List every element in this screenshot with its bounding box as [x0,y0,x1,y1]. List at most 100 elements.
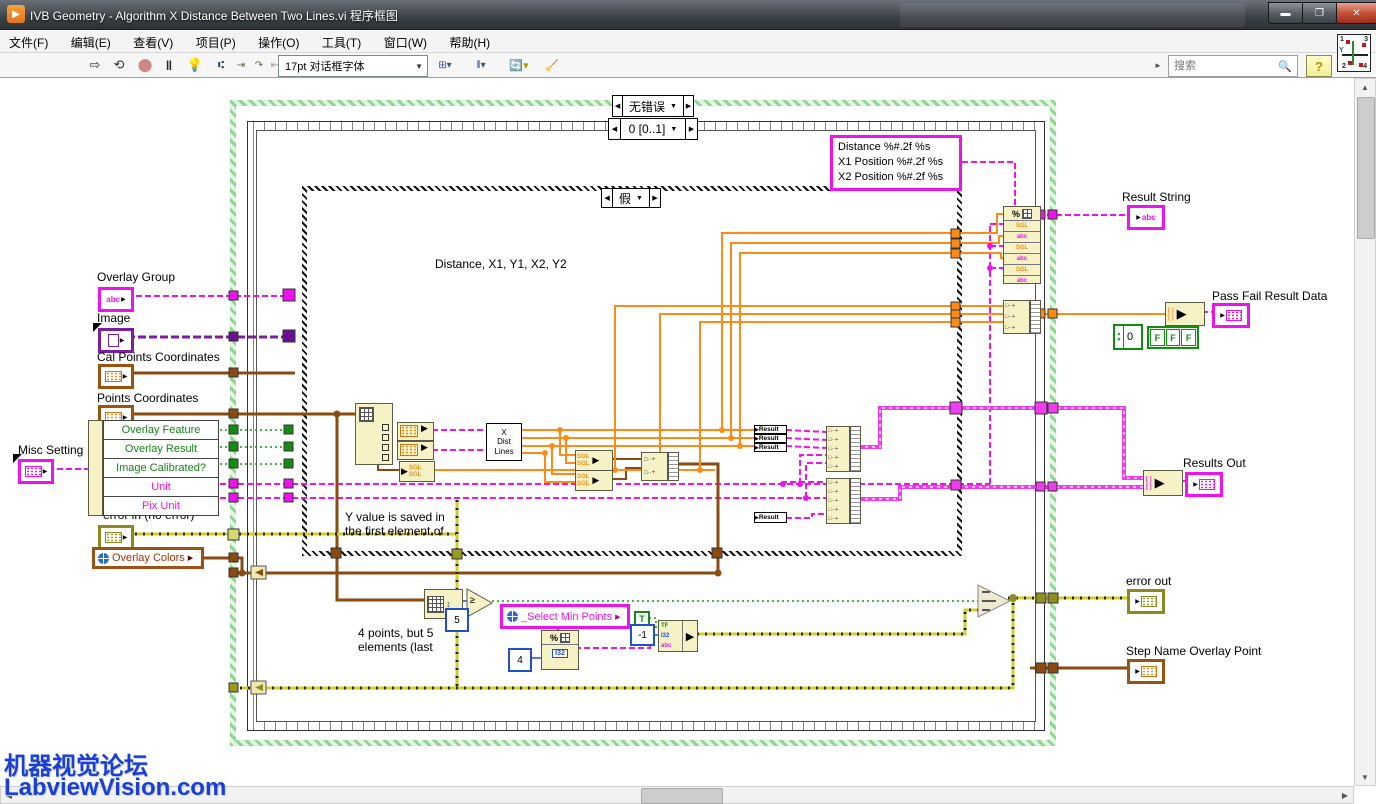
highlight-execution-icon[interactable]: 💡 [184,55,206,75]
result-node-2[interactable]: ▶Result [754,434,787,443]
unbundle-item-overlay-result[interactable]: Overlay Result [104,440,218,459]
numeric-constant-4[interactable]: 4 [508,648,532,672]
tunnel-sgl2[interactable] [951,239,960,248]
tunnel-error-in[interactable] [228,529,239,540]
menu-view[interactable]: 查看(V) [124,30,182,55]
tunnel-result-string-case[interactable] [1048,210,1057,219]
tunnel-step-name-case[interactable] [1048,663,1058,673]
tunnel-overlay-group[interactable] [229,291,238,300]
abort-icon[interactable]: ⬤ [134,55,156,75]
reorder-icon[interactable]: 🔄▾ [502,55,536,75]
menu-tools[interactable]: 工具(T) [313,30,370,55]
result-node-3[interactable]: ▶Result [754,443,787,452]
close-button[interactable]: ✕ [1336,2,1376,24]
wire-results-array1[interactable] [858,408,1143,478]
unbundle-item-pix-unit[interactable]: Pix Unit [104,497,218,515]
control-cal-points-coordinates[interactable]: ▶ [98,364,134,389]
frame-prev-arrow-icon[interactable]: ◀ [609,119,621,139]
tunnel-overlay-colors[interactable] [229,553,238,562]
indicator-error-out[interactable]: ▶ [1127,589,1165,614]
tunnel-results2-case[interactable] [1048,482,1057,491]
retain-wire-values-icon[interactable]: ⑆ [210,55,232,75]
wire-result4-out[interactable] [786,514,826,518]
tunnel-results2[interactable] [951,480,961,490]
tunnel-junction-unit[interactable] [284,479,293,488]
horizontal-scroll-thumb[interactable] [641,788,723,804]
tunnel-sgl1[interactable] [951,229,960,238]
align-objects-icon[interactable]: ⊞▾ [430,55,460,75]
indicator-pass-fail[interactable]: ▶ [1212,303,1250,328]
tunnel-step-name-seq[interactable] [1036,663,1046,673]
indicator-step-name-overlay-point[interactable]: ▶ [1127,659,1165,684]
wire-fan-up3[interactable] [740,253,1003,446]
font-selector[interactable]: 17pt 对话框字体 ▼ [278,55,428,77]
tunnel-junction-image[interactable] [283,330,295,342]
case-selector-false[interactable]: ◀ 假▼ ▶ [601,188,661,208]
cluster-to-point-node-2[interactable]: ▶ [397,441,434,460]
tunnel-build2-case[interactable] [712,548,722,558]
array-index-control[interactable]: ▲▼ 0 [1113,324,1143,350]
tunnel-sgl3[interactable] [951,249,960,258]
label-result-string[interactable]: Result String [1122,190,1191,204]
label-image[interactable]: Image [97,311,130,325]
case-next-arrow-icon[interactable]: ▶ [683,96,693,116]
tunnel-sgl6[interactable] [951,318,960,327]
clean-up-diagram-icon[interactable]: 🧹 [540,55,564,75]
bundle-sgl-pair-2[interactable]: SGL SGL ▶ [575,470,613,491]
numeric-constant-5[interactable]: 5 [445,608,469,632]
string-constant-format[interactable]: Distance %#.2f %s X1 Position %#.2f %s X… [830,135,962,191]
tunnel-cal-points[interactable] [229,368,238,377]
vertical-scroll-thumb[interactable] [1357,97,1375,239]
sequence-selector[interactable]: ◀ 0 [0..1]▼ ▶ [608,118,698,140]
run-continuous-icon[interactable]: ⟲ [108,55,130,75]
case-prev-arrow-icon[interactable]: ◀ [613,96,623,116]
tunnel-image[interactable] [229,332,238,341]
unbundle-node-spine[interactable] [88,420,103,516]
unbundle-item-overlay-feature[interactable]: Overlay Feature [104,421,218,440]
boolean-false-cell[interactable]: F [1181,329,1196,346]
array-index-value[interactable]: 0 [1124,326,1141,348]
menu-file[interactable]: 文件(F) [0,30,57,55]
run-icon[interactable]: ⇨ [84,55,106,75]
wire-tap-sgl1b[interactable] [566,438,575,463]
label-overlay-group[interactable]: Overlay Group [97,270,175,284]
select-node[interactable] [978,585,1010,617]
tunnel-junction-overlay-group[interactable] [283,289,295,301]
menu-project[interactable]: 项目(P) [187,30,245,55]
tunnel-pix-unit[interactable] [229,493,238,502]
tunnel-points[interactable] [229,409,238,418]
wire-pix-unit-tap[interactable] [806,463,826,498]
search-collapse-icon[interactable]: ► [1152,55,1164,75]
menu-window[interactable]: 窗口(W) [375,30,436,55]
global-select-min-points[interactable]: _Select Min Points ▶ [500,604,630,629]
indicator-result-string[interactable]: ▶ abc [1127,205,1165,230]
tunnel-error-out-case[interactable] [1048,593,1058,603]
tunnel-error-bottom[interactable] [229,683,238,692]
case-next-arrow-icon[interactable]: ▶ [649,189,660,207]
wire-result2-out[interactable] [786,438,826,440]
boolean-false-cell[interactable]: F [1166,329,1181,346]
wire-unit-tap-build[interactable] [800,455,826,484]
cluster-to-point-node-1[interactable]: ▶ [397,422,434,441]
wire-tap-sgl1a[interactable] [560,430,575,455]
index-array-node[interactable] [355,403,393,465]
tunnel-results1[interactable] [950,402,962,414]
wire-results-array2[interactable] [858,487,1143,499]
boolean-array-constant[interactable]: F F F [1147,326,1199,349]
boolean-false-cell[interactable]: F [1150,329,1165,346]
label-misc-setting[interactable]: Misc Setting [18,443,83,457]
restore-button[interactable]: ❐ [1302,2,1337,24]
tunnel-overlay-result[interactable] [229,442,238,451]
subvi-x-dist-lines[interactable]: X Dist Lines [486,423,522,461]
label-pass-fail[interactable]: Pass Fail Result Data [1212,289,1327,303]
label-step-name[interactable]: Step Name Overlay Point [1126,644,1261,658]
tunnel-points-case[interactable] [331,548,341,558]
wire-result1-out[interactable] [786,430,826,432]
comment-4-points[interactable]: 4 points, but 5 elements (last [358,626,433,654]
case-selector-no-error[interactable]: ◀ 无错误▼ ▶ [612,95,694,117]
bundle-tf-i32-abc-node[interactable]: TF I32 abc ▶ [658,620,698,652]
format-into-string-node-2[interactable]: % I32 [541,630,579,670]
menu-help[interactable]: 帮助(H) [440,30,499,55]
menu-operate[interactable]: 操作(O) [249,30,308,55]
scroll-up-icon[interactable]: ▲ [1355,79,1375,95]
